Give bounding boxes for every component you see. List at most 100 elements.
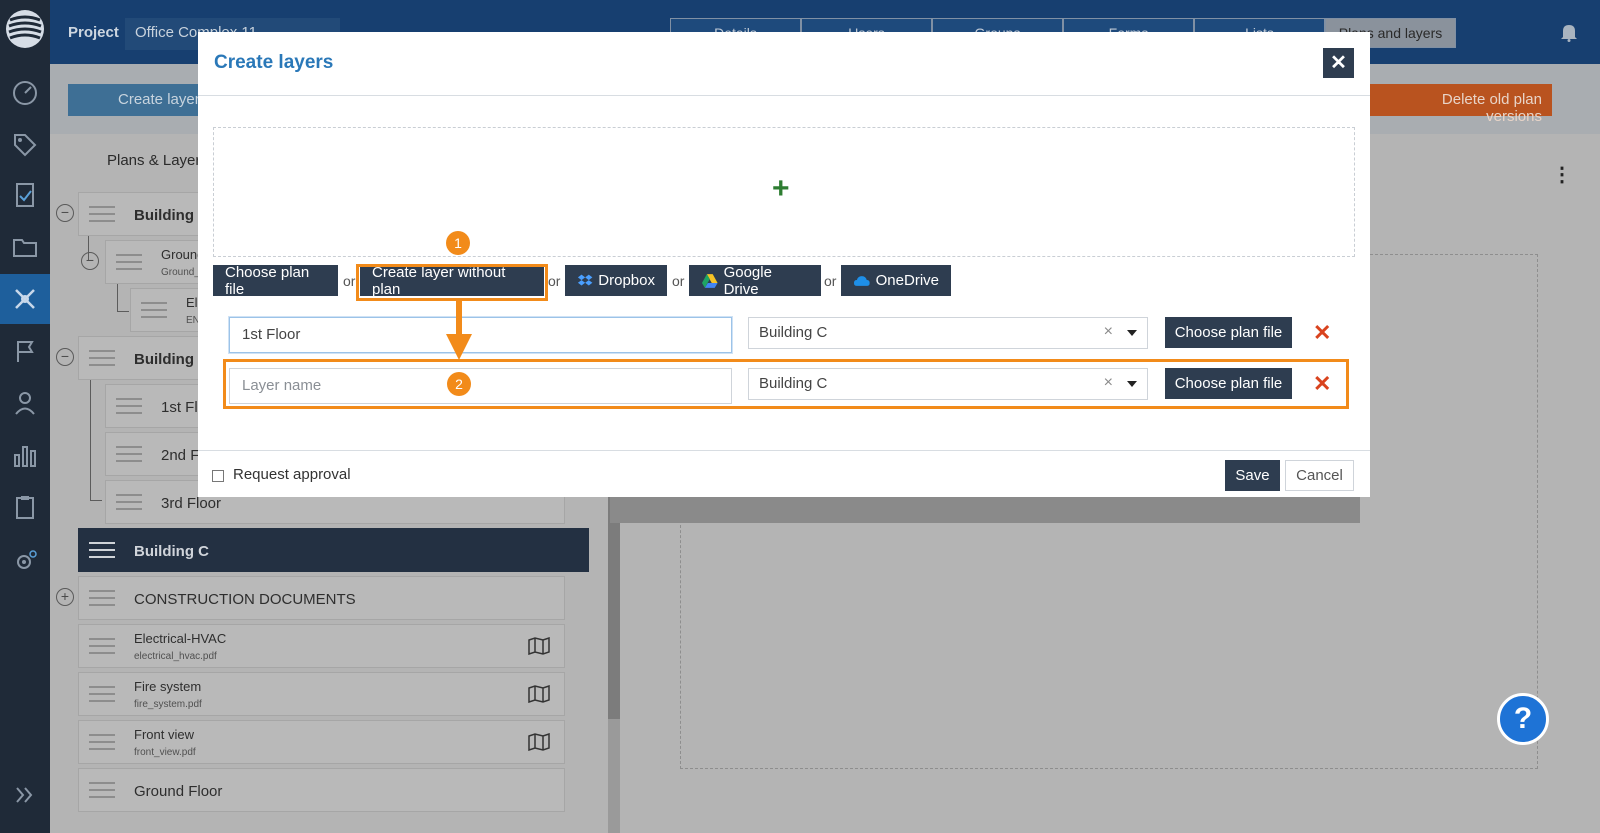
tree-row-label: Front view	[134, 727, 194, 742]
drag-handle-icon[interactable]	[89, 734, 115, 750]
document-check-icon[interactable]	[0, 170, 50, 220]
choose-plan-file-row-button[interactable]: Choose plan file	[1165, 317, 1292, 348]
close-modal-button[interactable]: ✕	[1323, 48, 1354, 78]
save-button[interactable]: Save	[1225, 460, 1280, 491]
tree-row[interactable]: CONSTRUCTION DOCUMENTS	[78, 576, 565, 620]
tree-row[interactable]: Front view front_view.pdf	[78, 720, 565, 764]
or-text: or	[824, 273, 837, 289]
tag-icon[interactable]	[0, 120, 50, 170]
tree-row-label: 3rd Floor	[161, 495, 222, 512]
tree-row-label: Building C	[134, 543, 209, 560]
expand-chevrons-icon[interactable]	[0, 770, 50, 820]
collapse-toggle-icon[interactable]: −	[56, 204, 74, 222]
help-button[interactable]: ?	[1497, 693, 1549, 745]
modal-footer: Request approval Save Cancel	[198, 450, 1370, 497]
folder-icon[interactable]	[0, 222, 50, 272]
plus-icon: +	[772, 172, 790, 205]
tree-row-selected[interactable]: Building C	[78, 528, 589, 572]
drag-handle-icon[interactable]	[89, 590, 115, 606]
or-text: or	[548, 273, 561, 289]
drag-handle-icon[interactable]	[89, 350, 115, 366]
or-text: or	[343, 273, 356, 289]
tree-line	[90, 500, 102, 501]
dropbox-icon	[577, 274, 593, 286]
bar-chart-icon[interactable]	[0, 430, 50, 480]
onedrive-label: OneDrive	[875, 272, 939, 289]
delete-old-plan-versions-button[interactable]: Delete old plan versions	[1367, 84, 1552, 125]
bell-icon[interactable]	[1560, 22, 1578, 42]
cancel-button[interactable]: Cancel	[1285, 460, 1354, 491]
tree-row-label: 2nd F	[161, 447, 200, 464]
annotation-badge-step1: 1	[446, 231, 470, 255]
app-logo-icon[interactable]	[6, 10, 44, 48]
left-rail	[0, 0, 50, 833]
tree-row-label: Fire system	[134, 679, 202, 694]
annotation-arrow-icon	[446, 300, 472, 360]
building-select[interactable]: Building C ×	[748, 317, 1148, 349]
drag-handle-icon[interactable]	[116, 494, 142, 510]
dashboard-icon[interactable]	[0, 68, 50, 118]
drag-handle-icon[interactable]	[89, 638, 115, 654]
plans-tools-icon[interactable]	[0, 274, 50, 324]
settings-gear-icon[interactable]	[0, 536, 50, 586]
drag-handle-icon[interactable]	[141, 302, 167, 318]
clear-selection-icon[interactable]: ×	[1104, 323, 1113, 341]
tree-row[interactable]: Building A	[78, 192, 218, 236]
tree-row-label: Electrical-HVAC	[134, 631, 227, 646]
drag-handle-icon[interactable]	[89, 782, 115, 798]
flag-icon[interactable]	[0, 326, 50, 376]
clipboard-icon[interactable]	[0, 482, 50, 532]
modal-header: Create layers ✕	[198, 32, 1370, 96]
dropbox-button[interactable]: Dropbox	[565, 265, 667, 296]
map-icon[interactable]	[528, 685, 550, 703]
annotation-highlight-step1	[356, 264, 548, 301]
choose-plan-file-button[interactable]: Choose plan file	[213, 264, 338, 298]
google-drive-icon	[701, 273, 718, 288]
drag-handle-icon[interactable]	[89, 206, 115, 222]
tree-row-file: fire_system.pdf	[134, 699, 202, 710]
google-drive-button[interactable]: Google Drive	[689, 263, 821, 298]
annotation-highlight-step2	[223, 359, 1349, 409]
drag-handle-icon[interactable]	[89, 542, 115, 558]
tree-row-label: El	[186, 295, 198, 310]
remove-row-icon[interactable]: ✕	[1313, 320, 1331, 346]
dropdown-caret-icon[interactable]	[1127, 330, 1137, 336]
collapse-toggle-icon[interactable]: −	[56, 348, 74, 366]
tree-row[interactable]: Fire system fire_system.pdf	[78, 672, 565, 716]
request-approval-label: Request approval	[233, 466, 351, 483]
tree-line	[117, 311, 129, 312]
tree-row[interactable]: Electrical-HVAC electrical_hvac.pdf	[78, 624, 565, 668]
collapse-toggle-icon[interactable]: −	[81, 252, 99, 270]
tree-row-label: CONSTRUCTION DOCUMENTS	[134, 591, 356, 608]
tree-row-label: Ground Floor	[134, 783, 223, 800]
building-select-value: Building C	[759, 324, 828, 341]
dropbox-label: Dropbox	[598, 272, 655, 289]
annotation-badge-step2: 2	[447, 372, 471, 396]
drag-handle-icon[interactable]	[116, 446, 142, 462]
onedrive-button[interactable]: OneDrive	[841, 265, 951, 296]
tree-row[interactable]: Ground Floor	[78, 768, 565, 812]
plans-layers-title: Plans & Layers	[107, 152, 208, 169]
tree-line	[117, 284, 118, 312]
expand-toggle-icon[interactable]: +	[56, 588, 74, 606]
file-drop-zone[interactable]: +	[213, 127, 1355, 257]
request-approval-checkbox[interactable]	[212, 470, 224, 482]
tree-row[interactable]: Building B	[78, 336, 218, 380]
onedrive-icon	[853, 275, 870, 286]
modal-title: Create layers	[214, 52, 334, 73]
drag-handle-icon[interactable]	[89, 686, 115, 702]
drag-handle-icon[interactable]	[116, 254, 142, 270]
tree-line	[90, 380, 91, 500]
user-icon[interactable]	[0, 378, 50, 428]
or-text: or	[672, 273, 685, 289]
drag-handle-icon[interactable]	[116, 398, 142, 414]
tree-row-file: electrical_hvac.pdf	[134, 651, 217, 662]
google-drive-label: Google Drive	[723, 263, 772, 298]
map-icon[interactable]	[528, 733, 550, 751]
modal-shadow	[610, 497, 1360, 523]
more-options-icon[interactable]: ⋮	[1552, 162, 1572, 187]
tree-row-file: Ground_	[161, 267, 200, 278]
map-icon[interactable]	[528, 637, 550, 655]
layer-name-input[interactable]: 1st Floor	[229, 317, 732, 353]
tree-row-file: front_view.pdf	[134, 747, 196, 758]
